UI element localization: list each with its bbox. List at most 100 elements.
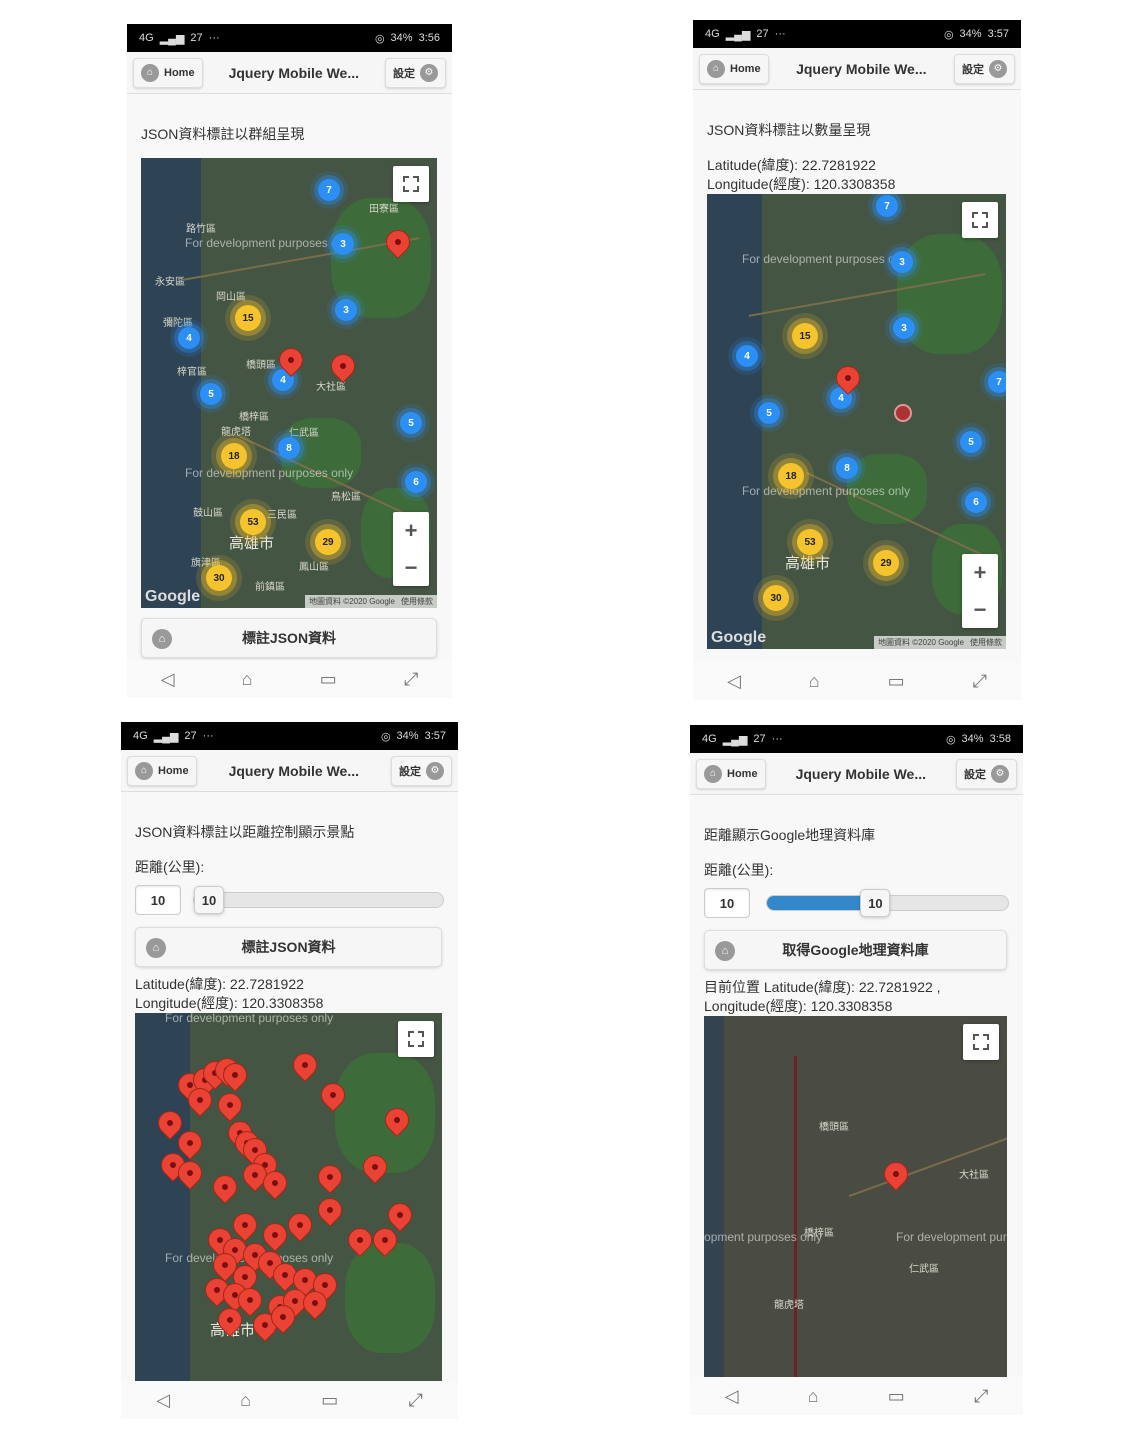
map-marker[interactable]: [313, 1193, 347, 1227]
marker-cluster[interactable]: 29: [873, 550, 899, 576]
battery-percent: 34%: [396, 730, 419, 742]
marker-cluster[interactable]: 4: [178, 327, 200, 349]
recent-apps-icon[interactable]: ▭: [321, 1390, 338, 1411]
status-dots: ···: [208, 32, 220, 44]
distance-input[interactable]: 10: [135, 885, 181, 915]
fullscreen-button[interactable]: [963, 1024, 999, 1060]
home-nav-icon[interactable]: ⌂: [242, 669, 253, 690]
map-marker[interactable]: [313, 1160, 347, 1194]
map-marker[interactable]: [213, 1088, 247, 1122]
zoom-control[interactable]: + −: [393, 512, 429, 586]
marker-cluster[interactable]: 6: [965, 491, 987, 513]
expand-icon[interactable]: ⤢: [974, 1386, 988, 1407]
home-button[interactable]: ⌂ Home: [127, 755, 197, 786]
settings-button-label: 設定: [399, 765, 421, 778]
marker-cluster[interactable]: 18: [778, 463, 804, 489]
map-view[interactable]: For development purposes only For develo…: [704, 1016, 1007, 1388]
map-marker[interactable]: [383, 1198, 417, 1232]
fullscreen-button[interactable]: [962, 202, 998, 238]
marker-cluster[interactable]: 30: [206, 565, 232, 591]
zoom-in-icon[interactable]: +: [405, 518, 418, 544]
marker-cluster[interactable]: 6: [405, 471, 427, 493]
marker-cluster[interactable]: 8: [278, 437, 300, 459]
google-logo: Google: [145, 588, 201, 605]
settings-button[interactable]: 設定 ⚙: [385, 57, 446, 88]
marker-cluster[interactable]: 7: [318, 179, 340, 201]
marker-cluster[interactable]: 53: [240, 509, 266, 535]
home-icon: ⌂: [707, 59, 725, 78]
back-icon[interactable]: ◁: [156, 1390, 170, 1411]
zoom-control[interactable]: + −: [962, 554, 998, 628]
status-bar: 4G ▂▄▆ 27 ··· ◎ 34% 3:57: [693, 20, 1021, 48]
marker-cluster[interactable]: 53: [797, 529, 823, 555]
marker-cluster[interactable]: 18: [221, 443, 247, 469]
settings-button[interactable]: 設定 ⚙: [956, 758, 1017, 789]
marker-cluster[interactable]: 3: [332, 233, 354, 255]
back-icon[interactable]: ◁: [161, 669, 175, 690]
get-google-places-button[interactable]: ⌂ 取得Google地理資料庫: [704, 930, 1007, 970]
expand-icon[interactable]: ⤢: [973, 671, 987, 692]
map-marker[interactable]: [288, 1048, 322, 1082]
expand-icon[interactable]: ⤢: [408, 1390, 422, 1411]
mark-json-button[interactable]: ⌂ 標註JSON資料: [141, 618, 437, 658]
map-marker[interactable]: [879, 1157, 913, 1191]
recent-apps-icon[interactable]: ▭: [320, 669, 337, 690]
home-button[interactable]: ⌂ Home: [133, 57, 203, 88]
fullscreen-icon: [408, 1031, 424, 1047]
fullscreen-button[interactable]: [393, 166, 429, 202]
zoom-out-icon[interactable]: −: [974, 597, 987, 623]
marker-cluster[interactable]: 5: [200, 383, 222, 405]
recent-apps-icon[interactable]: ▭: [888, 671, 905, 692]
marker-cluster[interactable]: 5: [758, 402, 780, 424]
status-time: 3:57: [424, 730, 446, 742]
marker-cluster[interactable]: 7: [876, 195, 898, 217]
back-icon[interactable]: ◁: [725, 1386, 739, 1407]
zoom-out-icon[interactable]: −: [405, 555, 418, 581]
marker-cluster[interactable]: 7: [988, 371, 1006, 393]
zoom-in-icon[interactable]: +: [974, 560, 987, 586]
home-button[interactable]: ⌂ Home: [699, 53, 769, 84]
map-label: 鳳山區: [299, 562, 329, 573]
app-header: ⌂ Home Jquery Mobile We... 設定 ⚙: [121, 750, 458, 792]
marker-cluster[interactable]: 29: [315, 529, 341, 555]
marker-cluster[interactable]: 15: [792, 323, 818, 349]
fullscreen-button[interactable]: [398, 1021, 434, 1057]
distance-slider-thumb[interactable]: 10: [194, 886, 224, 914]
home-button[interactable]: ⌂ Home: [696, 758, 766, 789]
marker-cluster[interactable]: 4: [736, 345, 758, 367]
marker-cluster[interactable]: 3: [891, 251, 913, 273]
settings-button[interactable]: 設定 ⚙: [954, 53, 1015, 84]
home-icon: ⌂: [152, 629, 172, 649]
settings-button[interactable]: 設定 ⚙: [391, 755, 452, 786]
sync-icon: ◎: [945, 733, 956, 746]
distance-slider-track[interactable]: 10: [193, 886, 444, 914]
marker-cluster[interactable]: 8: [836, 457, 858, 479]
sync-icon: ◎: [374, 32, 385, 45]
marker-cluster[interactable]: 15: [235, 305, 261, 331]
home-nav-icon[interactable]: ⌂: [240, 1390, 251, 1411]
marker-cluster[interactable]: 3: [335, 299, 357, 321]
map-view[interactable]: For development purposes only For develo…: [707, 194, 1006, 649]
map-view[interactable]: For development purposes only For develo…: [141, 158, 437, 608]
map-terms-link[interactable]: 使用條款: [970, 637, 1002, 648]
marker-cluster[interactable]: 5: [960, 431, 982, 453]
recent-apps-icon[interactable]: ▭: [888, 1386, 905, 1407]
distance-slider-track[interactable]: 10: [766, 889, 1009, 917]
signal-icon: 4G: [139, 32, 154, 44]
distance-input[interactable]: 10: [704, 888, 750, 918]
marker-cluster[interactable]: 3: [893, 317, 915, 339]
distance-slider-thumb[interactable]: 10: [860, 889, 891, 917]
marker-cluster[interactable]: 5: [400, 412, 422, 434]
back-icon[interactable]: ◁: [727, 671, 741, 692]
mark-json-button[interactable]: ⌂ 標註JSON資料: [135, 927, 442, 967]
home-nav-icon[interactable]: ⌂: [808, 1386, 819, 1407]
expand-icon[interactable]: ⤢: [404, 669, 418, 690]
map-view[interactable]: For development purposes only For develo…: [135, 1013, 442, 1389]
map-marker[interactable]: [283, 1208, 317, 1242]
status-carrier: 27: [753, 733, 766, 745]
map-marker[interactable]: [208, 1170, 242, 1204]
home-nav-icon[interactable]: ⌂: [809, 671, 820, 692]
marker-cluster[interactable]: 30: [763, 585, 789, 611]
map-label: 永安區: [155, 277, 185, 288]
map-terms-link[interactable]: 使用條款: [401, 596, 433, 607]
